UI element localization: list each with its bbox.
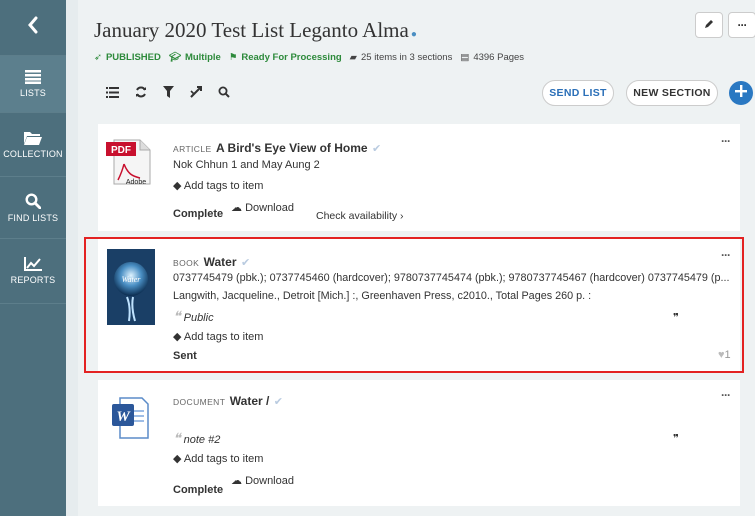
item-note: ❝ note #2 [173,432,221,447]
item-heading: BOOK Water ✔ [173,253,250,271]
cloud-download-icon: ☁ [231,202,242,214]
filter-icon[interactable] [163,86,174,98]
sidebar-item-find-lists[interactable]: FIND LISTS [0,177,66,239]
cloud-download-icon: ☁ [231,475,242,487]
pin-icon: ● [410,29,417,40]
open-quote-icon: ❝ [173,432,181,447]
plus-icon [735,84,747,102]
item-note: ❝ Public [173,310,214,325]
item-type: BOOK [173,258,200,268]
download-link[interactable]: ☁ Download [231,201,294,214]
item-title[interactable]: Water / [230,394,270,408]
item-publication: Langwith, Jacqueline., Detroit [Mich.] :… [173,290,592,302]
check-availability-link[interactable]: Check availability › [316,210,404,222]
item-more-button[interactable]: ··· [721,134,731,148]
item-authors: Nok Chhun 1 and May Aung 2 [173,159,320,171]
list-item-document[interactable]: W DOCUMENT Water / ✔ ❝ note #2 ❞ ◆ Add t… [98,380,740,506]
tag-icon: ◆ [173,331,182,343]
book-icon: ▰ [349,52,357,63]
svg-text:W: W [116,409,131,425]
add-item-button[interactable] [729,81,753,105]
sidebar-item-label: FIND LISTS [7,212,59,223]
check-icon: ✔ [372,143,382,155]
audience-icon: 🎓︎ [168,52,181,63]
search-icon[interactable] [218,86,230,98]
item-status: Complete [173,484,224,496]
item-heading: DOCUMENT Water / ✔ [173,392,283,410]
list-toolbar [106,86,230,98]
chart-icon [24,257,42,271]
back-button[interactable] [0,0,66,56]
pages-icon: ▤ [460,52,470,63]
list-item-book[interactable]: Water BOOK Water ✔ 0737745479 (pbk.); 07… [98,239,740,371]
add-tags-link[interactable]: ◆ Add tags to item [173,452,263,465]
chevron-left-icon [27,16,39,39]
sidebar-item-label: LISTS [19,88,46,98]
item-identifiers: 0737745479 (pbk.); 0737745460 (hardcover… [173,272,730,284]
sidebar-item-label: COLLECTION [3,148,63,159]
check-icon: ✔ [273,396,283,408]
processing-status[interactable]: Ready For Processing [241,52,341,63]
svg-text:Adobe: Adobe [126,179,146,186]
pdf-thumbnail: PDF Adobe [106,138,152,186]
likes[interactable]: ♥1 [718,349,731,361]
sidebar-item-reports[interactable]: REPORTS [0,239,66,304]
edit-button[interactable] [695,12,723,38]
item-type: DOCUMENT [173,397,226,407]
open-quote-icon: ❝ [173,310,181,325]
add-tags-link[interactable]: ◆ Add tags to item [173,330,263,343]
item-type: ARTICLE [173,144,212,154]
pencil-icon [704,16,714,34]
item-heading: ARTICLE A Bird's Eye View of Home ✔ [173,139,381,157]
item-status: Sent [173,350,197,362]
item-title[interactable]: A Bird's Eye View of Home [216,141,368,155]
book-cover-thumbnail: Water [107,249,155,325]
list-meta: ➶ PUBLISHED 🎓︎ Multiple ⚑ Ready For Proc… [94,52,524,63]
add-tags-link[interactable]: ◆ Add tags to item [173,179,263,192]
check-icon: ✔ [240,257,251,269]
pages-count: 4396 Pages [473,52,525,63]
published-icon: ➶ [94,52,102,63]
page-title: January 2020 Test List Leganto Alma ● [94,18,417,42]
close-quote-icon: ❞ [673,433,679,445]
download-link[interactable]: ☁ Download [231,474,294,487]
item-status: Complete [173,208,224,220]
sidebar-item-label: REPORTS [10,275,56,285]
more-options-button[interactable]: ··· [728,12,755,38]
refresh-icon[interactable] [135,86,147,98]
sidebar: LISTS COLLECTION FIND LISTS REPORTS [0,0,66,516]
item-more-button[interactable]: ··· [721,248,731,262]
word-document-thumbnail: W [110,396,150,440]
list-icon [25,70,41,84]
folder-icon [24,131,42,145]
sidebar-gutter [66,0,78,516]
svg-text:Water: Water [122,275,142,284]
list-item-article[interactable]: PDF Adobe ARTICLE A Bird's Eye View of H… [98,124,740,231]
sort-icon[interactable] [190,86,202,98]
audience-label[interactable]: Multiple [185,52,221,63]
new-section-button[interactable]: NEW SECTION [626,80,718,106]
item-title[interactable]: Water [204,255,237,269]
main-panel: January 2020 Test List Leganto Alma ● ···… [78,0,755,516]
published-status: PUBLISHED [105,52,161,63]
items-summary: 25 items in 3 sections [360,52,453,63]
send-list-button[interactable]: SEND LIST [542,80,614,106]
sidebar-item-lists[interactable]: LISTS [0,56,66,113]
collapse-list-icon[interactable] [106,86,119,98]
tag-icon: ◆ [173,453,182,465]
sidebar-item-collection[interactable]: COLLECTION [0,113,66,177]
close-quote-icon: ❞ [673,312,679,324]
tag-icon: ◆ [173,180,182,192]
flag-icon: ⚑ [228,52,238,63]
search-icon [25,192,42,209]
ellipsis-icon: ··· [737,18,748,32]
svg-text:PDF: PDF [111,145,131,156]
item-more-button[interactable]: ··· [721,388,731,402]
